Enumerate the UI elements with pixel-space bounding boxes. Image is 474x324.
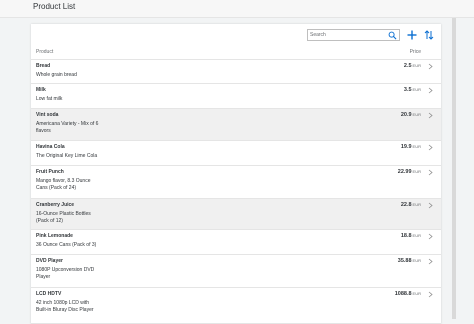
chevron-right-icon[interactable] — [428, 63, 433, 70]
table-row[interactable]: Cranberry Juice 16-Ounce Plastic Bottles… — [31, 199, 441, 230]
product-list-panel: Product Price Bread Whole grain bread 2.… — [31, 24, 441, 324]
chevron-right-icon[interactable] — [428, 202, 433, 209]
chevron-right-icon[interactable] — [428, 169, 433, 176]
column-product-header[interactable]: Product — [36, 49, 53, 55]
product-price: 19.9EUR — [400, 144, 421, 150]
product-price: 3.5EUR — [403, 87, 421, 93]
product-price: 20.9EUR — [400, 112, 421, 118]
product-price: 2.5EUR — [403, 63, 421, 69]
column-price-header[interactable]: Price — [410, 49, 421, 55]
page-title: Product List — [33, 2, 76, 11]
product-name: Havina Cola — [36, 144, 65, 150]
search-icon[interactable] — [388, 31, 397, 40]
product-description: The Original Key Lime Cola — [36, 153, 98, 159]
product-description: Mango flavor, 8.3 Ounce Cans (Pack of 24… — [36, 178, 91, 191]
chevron-right-icon[interactable] — [428, 144, 433, 151]
product-name: Milk — [36, 87, 46, 93]
title-bar: Product List — [0, 0, 474, 18]
table-row[interactable]: Vint soda Americana Variety - Mix of 6 f… — [31, 109, 441, 141]
product-description: 36 Ounce Cans (Pack of 3) — [36, 242, 97, 248]
product-description: Low fat milk — [36, 96, 63, 102]
table-row[interactable]: Pink Lemonade 36 Ounce Cans (Pack of 3) … — [31, 230, 441, 255]
table-row[interactable]: DVD Player 1080P Upconversion DVD Player… — [31, 255, 441, 288]
product-name: Pink Lemonade — [36, 233, 73, 239]
table-toolbar — [31, 24, 441, 45]
search-field[interactable] — [307, 29, 400, 41]
product-description: Americana Variety - Mix of 6 flavors — [36, 121, 99, 134]
product-name: Vint soda — [36, 112, 59, 118]
chevron-right-icon[interactable] — [428, 87, 433, 94]
table-row[interactable]: Bread Whole grain bread 2.5EUR — [31, 60, 441, 84]
product-name: Cranberry Juice — [36, 202, 75, 208]
product-description: 16-Ounce Plastic Bottles (Pack of 12) — [36, 211, 91, 224]
product-price: 22.8EUR — [400, 202, 421, 208]
product-description: Whole grain bread — [36, 72, 77, 78]
table-row[interactable]: Fruit Punch Mango flavor, 8.3 Ounce Cans… — [31, 166, 441, 199]
product-price: 1088.8EUR — [394, 291, 421, 297]
product-price: 35.88EUR — [397, 258, 421, 264]
product-price: 18.8EUR — [400, 233, 421, 239]
product-name: Bread — [36, 63, 51, 69]
product-description: 42 inch 1080p LCD with Built-in Bluray D… — [36, 300, 94, 313]
product-price: 22.99EUR — [397, 169, 421, 175]
product-name: Fruit Punch — [36, 169, 64, 175]
sort-icon[interactable] — [423, 29, 435, 41]
product-name: LCD HDTV — [36, 291, 62, 297]
table-row[interactable]: Havina Cola The Original Key Lime Cola 1… — [31, 141, 441, 166]
chevron-right-icon[interactable] — [428, 258, 433, 265]
product-name: DVD Player — [36, 258, 63, 264]
chevron-right-icon[interactable] — [428, 112, 433, 119]
search-input[interactable] — [310, 30, 386, 40]
add-icon[interactable] — [406, 29, 418, 41]
chevron-right-icon[interactable] — [428, 233, 433, 240]
table-column-header: Product Price — [31, 47, 441, 60]
product-description: 1080P Upconversion DVD Player — [36, 267, 95, 280]
chevron-right-icon[interactable] — [428, 291, 433, 298]
table-row[interactable]: Milk Low fat milk 3.5EUR — [31, 84, 441, 109]
vertical-scrollbar[interactable] — [452, 18, 456, 319]
